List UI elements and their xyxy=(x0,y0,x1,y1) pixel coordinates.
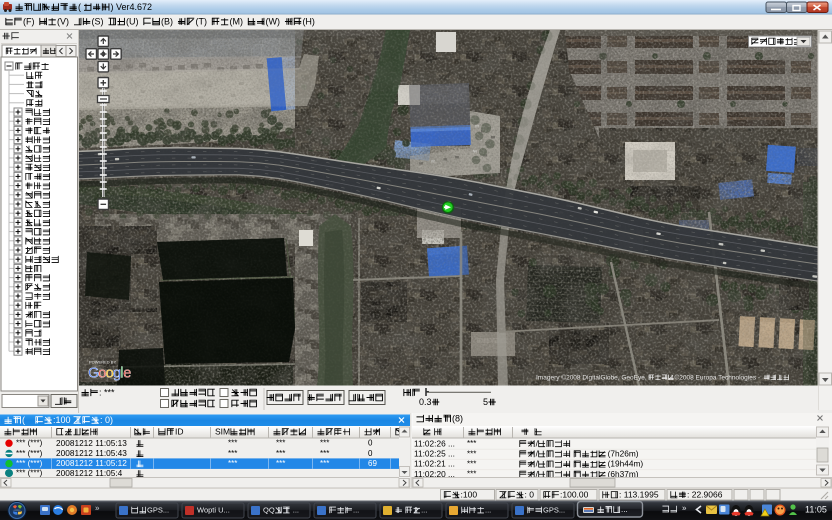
svg-text:(M): (M) xyxy=(229,16,243,26)
svg-text:0: 0 xyxy=(368,449,373,458)
svg-text:***: *** xyxy=(228,459,237,468)
svg-text:***: *** xyxy=(320,449,329,458)
svg-text:...: ... xyxy=(421,506,427,515)
svg-text:(8): (8) xyxy=(452,413,463,423)
svg-text:20081212 11:05:13: 20081212 11:05:13 xyxy=(56,438,127,448)
svg-text:»: » xyxy=(682,504,687,513)
svg-text:POWERED BY: POWERED BY xyxy=(89,359,116,364)
svg-text:e: e xyxy=(123,366,131,382)
svg-text:11:05: 11:05 xyxy=(805,504,827,514)
svg-text:: 22.9066: : 22.9066 xyxy=(687,489,723,499)
svg-text:***: *** xyxy=(467,439,476,448)
svg-text:***: *** xyxy=(467,449,476,458)
svg-text:*** (***): *** (***) xyxy=(16,459,43,468)
svg-text:ID: ID xyxy=(175,426,184,436)
svg-text:(H): (H) xyxy=(302,16,315,26)
svg-text:: 113.1995: : 113.1995 xyxy=(619,489,659,499)
svg-text:0.3: 0.3 xyxy=(419,397,432,407)
svg-text:*** (***): *** (***) xyxy=(16,449,43,458)
svg-text:***: *** xyxy=(228,439,237,448)
svg-text:69: 69 xyxy=(368,459,377,468)
svg-text:(W): (W) xyxy=(265,16,280,26)
svg-text:0: 0 xyxy=(368,439,373,448)
svg-text:Imagery ©2008 DigitalGlobe, Ge: Imagery ©2008 DigitalGlobe, GeoEye, xyxy=(536,373,647,381)
svg-text:...: ... xyxy=(485,506,491,515)
svg-text:...: ... xyxy=(353,506,359,515)
svg-text:: ***: : *** xyxy=(99,387,115,397)
svg-text:(19h44m): (19h44m) xyxy=(608,459,644,469)
svg-text:11:02:25 ...: 11:02:25 ... xyxy=(414,449,455,459)
svg-text:20081212 11:05:43: 20081212 11:05:43 xyxy=(56,448,127,458)
svg-text:(T): (T) xyxy=(195,16,207,26)
svg-text:***: *** xyxy=(276,439,285,448)
svg-text:(V): (V) xyxy=(57,16,69,26)
svg-text:***: *** xyxy=(228,449,237,458)
svg-text:SIM: SIM xyxy=(215,426,230,436)
svg-text:GPS...: GPS... xyxy=(147,506,169,515)
svg-text:***: *** xyxy=(320,439,329,448)
svg-text:»: » xyxy=(95,504,100,513)
svg-text:*** (***): *** (***) xyxy=(16,469,43,478)
svg-text:***: *** xyxy=(467,459,476,468)
svg-text:©2008 Europa Technologies -: ©2008 Europa Technologies - xyxy=(674,373,760,381)
svg-text:11:02:21 ...: 11:02:21 ... xyxy=(414,459,455,469)
svg-text:(U): (U) xyxy=(126,16,138,26)
svg-text:5: 5 xyxy=(483,397,488,407)
svg-text:: 0: : 0 xyxy=(525,489,535,499)
svg-text:(S): (S) xyxy=(91,16,103,26)
svg-text:11:02:26 ...: 11:02:26 ... xyxy=(414,438,455,448)
svg-text:(B): (B) xyxy=(161,16,173,26)
svg-text:***: *** xyxy=(276,449,285,458)
svg-text:***: *** xyxy=(320,459,329,468)
svg-text:(7h26m): (7h26m) xyxy=(608,449,639,459)
svg-text:*** (***): *** (***) xyxy=(16,439,43,448)
svg-text:Wopti U...: Wopti U... xyxy=(197,506,230,515)
svg-text::100.00: :100.00 xyxy=(560,489,589,499)
svg-text:GPS...: GPS... xyxy=(543,506,565,515)
svg-text:20081212 11:05:12: 20081212 11:05:12 xyxy=(56,458,127,468)
svg-text:(F): (F) xyxy=(23,16,35,26)
svg-text::100: :100 xyxy=(461,489,478,499)
svg-text:...: ... xyxy=(621,505,628,514)
svg-text:20081212 11:05:4: 20081212 11:05:4 xyxy=(56,468,123,478)
svg-text:***: *** xyxy=(276,459,285,468)
